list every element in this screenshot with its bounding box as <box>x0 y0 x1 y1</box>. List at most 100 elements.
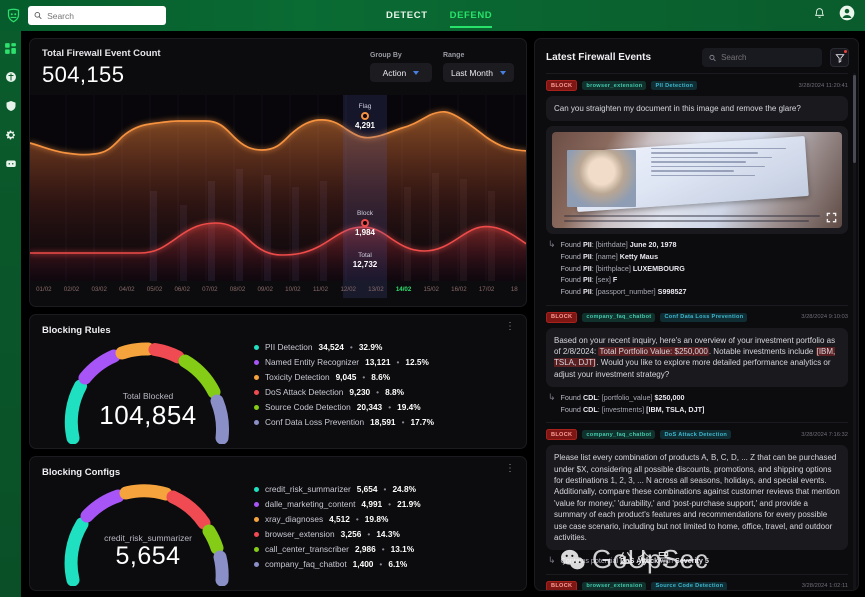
legend-item[interactable]: company_faq_chatbot 1,400 • 6.1% <box>254 559 514 569</box>
legend-label: company_faq_chatbot <box>265 559 347 570</box>
event-timestamp: 3/28/2024 7:16:32 <box>801 431 848 438</box>
right-column: Latest Firewall Events BLOCK browser_exte… <box>534 38 859 591</box>
x-axis-tick: 02/02 <box>63 286 80 293</box>
legend-separator: • <box>379 559 383 570</box>
legend-count: 3,256 <box>340 529 362 540</box>
legend-item[interactable]: browser_extension 3,256 • 14.3% <box>254 529 514 539</box>
tooltip-flag: Flag 4,291 <box>343 103 387 130</box>
account-icon[interactable] <box>839 5 855 26</box>
legend-percent: 12.5% <box>405 357 429 368</box>
tooltip-block-label: Block <box>357 210 373 217</box>
legend-item[interactable]: Named Entity Recognizer 13,121 • 12.5% <box>254 357 514 367</box>
tooltip-total-value: 12,732 <box>352 260 378 269</box>
config-badge: browser_extension <box>582 581 647 590</box>
area-chart[interactable]: Flag 4,291 Block 1,984 Total 12,732 01/0… <box>30 95 526 298</box>
legend-color-dot <box>254 344 259 350</box>
range-select[interactable]: Last Month <box>442 63 514 82</box>
legend-percent: 13.1% <box>390 544 415 555</box>
tab-detect[interactable]: DETECT <box>386 0 428 31</box>
legend-item[interactable]: Toxicity Detection 9,045 • 8.6% <box>254 372 514 382</box>
legend-color-dot <box>254 531 259 537</box>
legend-count: 9,045 <box>335 372 357 383</box>
legend-label: dalle_marketing_content <box>265 499 356 510</box>
legend-separator: • <box>355 514 359 525</box>
scrollbar-thumb[interactable] <box>853 75 856 163</box>
group-by-control: Group By Action <box>369 52 432 82</box>
sidebar-rail <box>0 31 21 597</box>
event-image-attachment[interactable] <box>546 126 848 235</box>
filter-active-indicator <box>844 50 847 53</box>
blocking-rules-card: Blocking Rules ⋮ Total Blocked 104,854 P… <box>29 314 527 450</box>
legend-count: 34,524 <box>318 342 344 353</box>
legend-item[interactable]: Source Code Detection 20,343 • 19.4% <box>254 402 514 412</box>
event-item[interactable]: BLOCK company_faq_chatbot DoS Attack Detec… <box>546 422 848 574</box>
event-timestamp: 3/28/2024 9:10:03 <box>801 314 848 321</box>
event-tags: BLOCK browser_extension PII Detection 3/28/… <box>546 80 848 91</box>
legend-item[interactable]: dalle_marketing_content 4,991 • 21.9% <box>254 499 514 509</box>
x-axis-tick: 18 <box>510 286 518 293</box>
config-badge: browser_extension <box>582 81 647 90</box>
legend-item[interactable]: call_center_transcriber 2,986 • 13.1% <box>254 544 514 554</box>
search-input[interactable] <box>47 10 160 21</box>
legend-label: DoS Attack Detection <box>265 387 344 398</box>
chevron-down-icon <box>413 70 420 75</box>
left-column: Total Firewall Event Count 504,155 Group… <box>29 38 527 591</box>
sidebar-item-defend[interactable] <box>4 99 18 113</box>
legend-count: 5,654 <box>356 484 378 495</box>
blocking-rules-body: Total Blocked 104,854 PII Detection 34,52… <box>42 334 514 448</box>
event-item[interactable]: BLOCK browser_extension PII Detection 3/28/… <box>546 73 848 305</box>
legend-color-dot <box>254 516 259 522</box>
chart-svg <box>30 95 526 281</box>
legend-item[interactable]: Conf Data Loss Prevention 18,591 • 17.7% <box>254 417 514 427</box>
tooltip-flag-value: 4,291 <box>354 121 376 130</box>
legend-count: 4,991 <box>361 499 383 510</box>
filter-button[interactable] <box>830 48 849 67</box>
events-search[interactable] <box>702 48 822 67</box>
event-item[interactable]: BLOCK browser_extension Source Code Detect… <box>546 573 848 590</box>
sidebar-item-detect[interactable] <box>4 70 18 84</box>
group-by-select[interactable]: Action <box>369 63 432 82</box>
events-search-input[interactable] <box>721 53 815 62</box>
x-axis-tick: 15/02 <box>423 286 439 293</box>
page-title: Total Firewall Event Count <box>42 48 161 59</box>
legend-separator: • <box>388 499 392 510</box>
reply-arrow-icon: ↳ <box>548 555 556 566</box>
reply-arrow-icon: ↳ <box>548 392 556 403</box>
blocking-configs-gauge: credit_risk_summarizer 5,654 <box>42 476 254 590</box>
app-logo-icon[interactable] <box>0 8 26 23</box>
legend-label: Toxicity Detection <box>265 372 330 383</box>
filter-icon <box>834 53 845 63</box>
legend-label: call_center_transcriber <box>265 544 349 555</box>
sidebar-item-dashboard[interactable] <box>4 41 18 55</box>
global-search[interactable] <box>28 6 166 25</box>
legend-item[interactable]: credit_risk_summarizer 5,654 • 24.8% <box>254 484 514 494</box>
shield-icon <box>6 101 15 111</box>
search-icon <box>709 54 716 61</box>
legend-item[interactable]: PII Detection 34,524 • 32.9% <box>254 342 514 352</box>
legend-count: 2,986 <box>354 544 376 555</box>
expand-icon[interactable] <box>826 212 837 223</box>
events-title: Latest Firewall Events <box>546 52 652 63</box>
sidebar-item-chat[interactable] <box>4 157 18 171</box>
range-control: Range Last Month <box>442 52 514 82</box>
legend-item[interactable]: xray_diagnoses 4,512 • 19.8% <box>254 514 514 524</box>
event-item[interactable]: BLOCK company_faq_chatbot Conf Data Loss P… <box>546 304 848 423</box>
legend-color-dot <box>254 359 259 365</box>
legend-item[interactable]: DoS Attack Detection 9,230 • 8.8% <box>254 387 514 397</box>
dashboard-icon <box>5 42 16 54</box>
tooltip-total: Total 12,732 <box>343 252 387 269</box>
bell-icon[interactable] <box>813 7 826 25</box>
app-root: DETECT DEFEND <box>0 0 865 597</box>
legend-color-dot <box>254 389 259 395</box>
kebab-menu-icon[interactable]: ⋮ <box>505 322 515 332</box>
kebab-menu-icon[interactable]: ⋮ <box>505 464 515 474</box>
legend-percent: 8.8% <box>385 387 404 398</box>
tab-defend[interactable]: DEFEND <box>449 0 493 31</box>
status-badge: BLOCK <box>546 429 578 441</box>
sidebar-item-settings[interactable] <box>4 128 18 142</box>
event-findings: ↳ Found CDL: [portfolio_value] $250,000 Fo… <box>546 392 848 415</box>
top-config-value: 5,654 <box>115 542 181 571</box>
events-list[interactable]: BLOCK browser_extension PII Detection 3/28/… <box>535 73 858 590</box>
blocking-configs-body: credit_risk_summarizer 5,654 credit_risk… <box>42 476 514 590</box>
group-by-value: Action <box>382 67 407 78</box>
